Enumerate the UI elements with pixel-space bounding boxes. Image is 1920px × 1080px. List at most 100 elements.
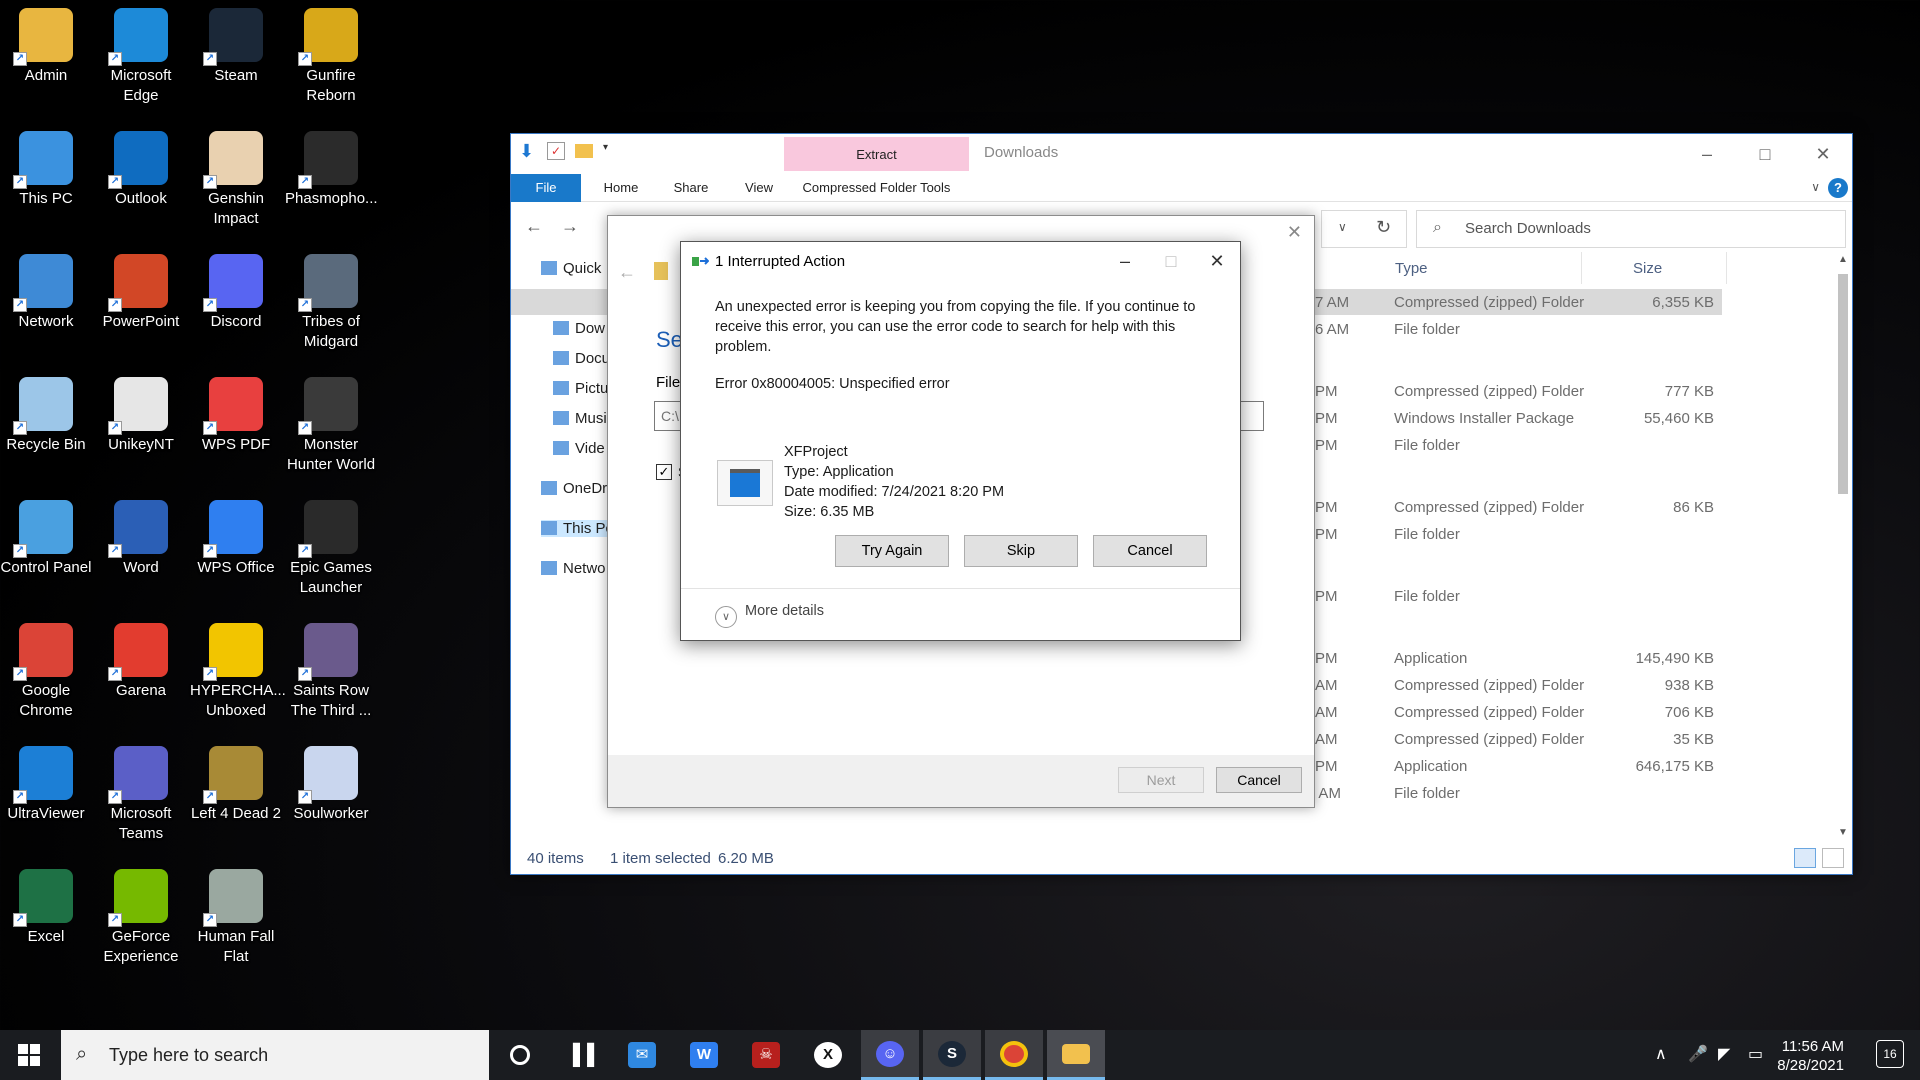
desktop-icon[interactable]: ↗ HYPERCHA... Unboxed [190,615,286,733]
shortcut-arrow-icon: ↗ [13,175,27,189]
scrollbar-thumb[interactable] [1838,274,1848,494]
column-size[interactable]: Size [1633,260,1662,277]
mail-icon[interactable]: ✉ [613,1030,671,1080]
tab-home[interactable]: Home [591,174,651,202]
large-icons-view-icon[interactable] [1822,848,1844,868]
desktop-icon[interactable]: ↗ GeForce Experience [95,861,187,979]
dialog-minimize-button[interactable]: – [1102,246,1148,276]
desktop-icon[interactable]: ↗ Left 4 Dead 2 [190,738,282,856]
customize-toolbar-icon[interactable]: ▾ [603,142,621,160]
desktop-icon[interactable]: ↗ Epic Games Launcher [285,492,377,610]
details-view-icon[interactable] [1794,848,1816,868]
back-arrow-icon[interactable]: ← [525,216,543,237]
start-button[interactable] [0,1030,58,1080]
steam-taskbar-icon[interactable]: S [923,1030,981,1080]
next-button[interactable]: Next [1118,767,1204,793]
new-folder-icon[interactable] [575,144,593,158]
desktop-icon[interactable]: ↗ Genshin Impact [190,123,282,241]
scroll-up-icon[interactable]: ▲ [1838,254,1848,265]
desktop-icon[interactable]: ↗ Steam [190,0,282,118]
forward-arrow-icon[interactable]: → [561,216,579,237]
folder-icon [541,561,557,575]
desktop-icon[interactable]: ↗ Saints Row The Third ... [285,615,377,733]
desktop-icon[interactable]: ↗ Outlook [95,123,187,241]
desktop-icon[interactable]: ↗ Microsoft Teams [95,738,187,856]
battery-icon[interactable]: ▭ [1748,1030,1763,1080]
chrome-taskbar-icon[interactable] [985,1030,1043,1080]
search-icon: ⌕ [1433,219,1442,236]
desktop-icon[interactable]: ↗ Tribes of Midgard [285,246,377,364]
desktop-icon[interactable]: ↗ This PC [0,123,92,241]
desktop-icon[interactable]: ↗ Control Panel [0,492,92,610]
desktop-icon[interactable]: ↗ Monster Hunter World [285,369,377,487]
system-clock[interactable]: 11:56 AM 8/28/2021 [1777,1037,1844,1075]
desktop-icon[interactable]: ↗ Human Fall Flat [190,861,282,979]
desktop-icon[interactable]: ↗ Microsoft Edge [95,0,187,118]
wizard-cancel-button[interactable]: Cancel [1216,767,1302,793]
refresh-icon[interactable]: ↻ [1376,217,1391,238]
wps-office-taskbar-icon[interactable]: W [675,1030,733,1080]
desktop-icon[interactable]: ↗ UltraViewer [0,738,92,856]
row-type: File folder [1394,785,1460,802]
discord-taskbar-icon[interactable]: ☺ [861,1030,919,1080]
desktop-icon[interactable]: ↗ Garena [95,615,187,733]
sidebar-item[interactable]: Docu [553,350,610,367]
shortcut-arrow-icon: ↗ [13,790,27,804]
help-icon[interactable]: ? [1828,178,1848,198]
desktop-icon[interactable]: ↗ WPS Office [190,492,282,610]
try-again-button[interactable]: Try Again [835,535,949,567]
tab-share[interactable]: Share [661,174,721,202]
cortana-icon[interactable] [491,1030,549,1080]
cancel-button[interactable]: Cancel [1093,535,1207,567]
desktop-icon[interactable]: ↗ Network [0,246,92,364]
more-details-toggle[interactable]: ∨ More details [715,603,824,628]
desktop-icon[interactable]: ↗ Excel [0,861,92,979]
properties-icon[interactable]: ✓ [547,142,565,160]
desktop-icon[interactable]: ↗ Phasmopho... [285,123,378,241]
maximize-button[interactable]: □ [1736,134,1794,174]
show-files-checkbox[interactable]: ✓ [656,464,672,480]
download-arrow-icon[interactable]: ⬇ [519,142,537,160]
expand-ribbon-icon[interactable]: ∨ [1811,180,1820,194]
desktop-icon[interactable]: ↗ WPS PDF [190,369,282,487]
file-explorer-taskbar-icon[interactable] [1047,1030,1105,1080]
show-hidden-icons-icon[interactable]: ∧ [1655,1030,1667,1080]
explorer-titlebar[interactable]: ⬇ ✓ ▾ Extract Downloads – □ ✕ [511,134,1852,174]
desktop-icon[interactable]: ↗ PowerPoint [95,246,187,364]
task-view-icon[interactable]: ▐▐ [551,1030,609,1080]
vertical-scrollbar[interactable]: ▲ ▼ [1834,252,1852,840]
desktop-icon[interactable]: ↗ Admin [0,0,92,118]
tab-file[interactable]: File [511,174,581,202]
close-button[interactable]: ✕ [1794,134,1852,174]
column-type[interactable]: Type [1395,260,1428,277]
sidebar-item[interactable]: Netwo [541,560,606,577]
wizard-back-icon[interactable]: ← [618,262,636,283]
app-icon: ↗ [203,500,263,558]
desktop-icon[interactable]: ↗ Recycle Bin [0,369,92,487]
tab-view[interactable]: View [729,174,789,202]
shortcut-arrow-icon: ↗ [203,175,217,189]
dialog-close-button[interactable]: ✕ [1194,246,1240,276]
wifi-icon[interactable]: ◤ [1718,1030,1730,1080]
xbox-icon[interactable]: X [799,1030,857,1080]
notification-center-icon[interactable]: 16 [1876,1040,1904,1068]
wizard-close-icon[interactable]: ✕ [1287,222,1302,243]
tab-compressed-folder-tools[interactable]: Compressed Folder Tools [784,174,969,202]
desktop-icon[interactable]: ↗ UnikeyNT [95,369,187,487]
microphone-icon[interactable]: 🎤 [1688,1030,1708,1080]
game-taskbar-icon[interactable]: ☠ [737,1030,795,1080]
desktop-icon[interactable]: ↗ Word [95,492,187,610]
address-bar-end[interactable]: ∨ ↻ [1321,210,1407,248]
minimize-button[interactable]: – [1678,134,1736,174]
extract-contextual-tab[interactable]: Extract [784,137,969,171]
desktop-icon[interactable]: ↗ Gunfire Reborn [285,0,377,118]
desktop-icon[interactable]: ↗ Discord [190,246,282,364]
search-input[interactable]: Search Downloads [1416,210,1846,248]
desktop-icon[interactable]: ↗ Soulworker [285,738,377,856]
skip-button[interactable]: Skip [964,535,1078,567]
address-dropdown-icon[interactable]: ∨ [1338,220,1347,234]
taskbar-search-input[interactable]: Type here to search [61,1030,489,1080]
desktop-icon[interactable]: ↗ Google Chrome [0,615,92,733]
scroll-down-icon[interactable]: ▼ [1838,827,1848,838]
row-date: PM [1315,410,1338,427]
